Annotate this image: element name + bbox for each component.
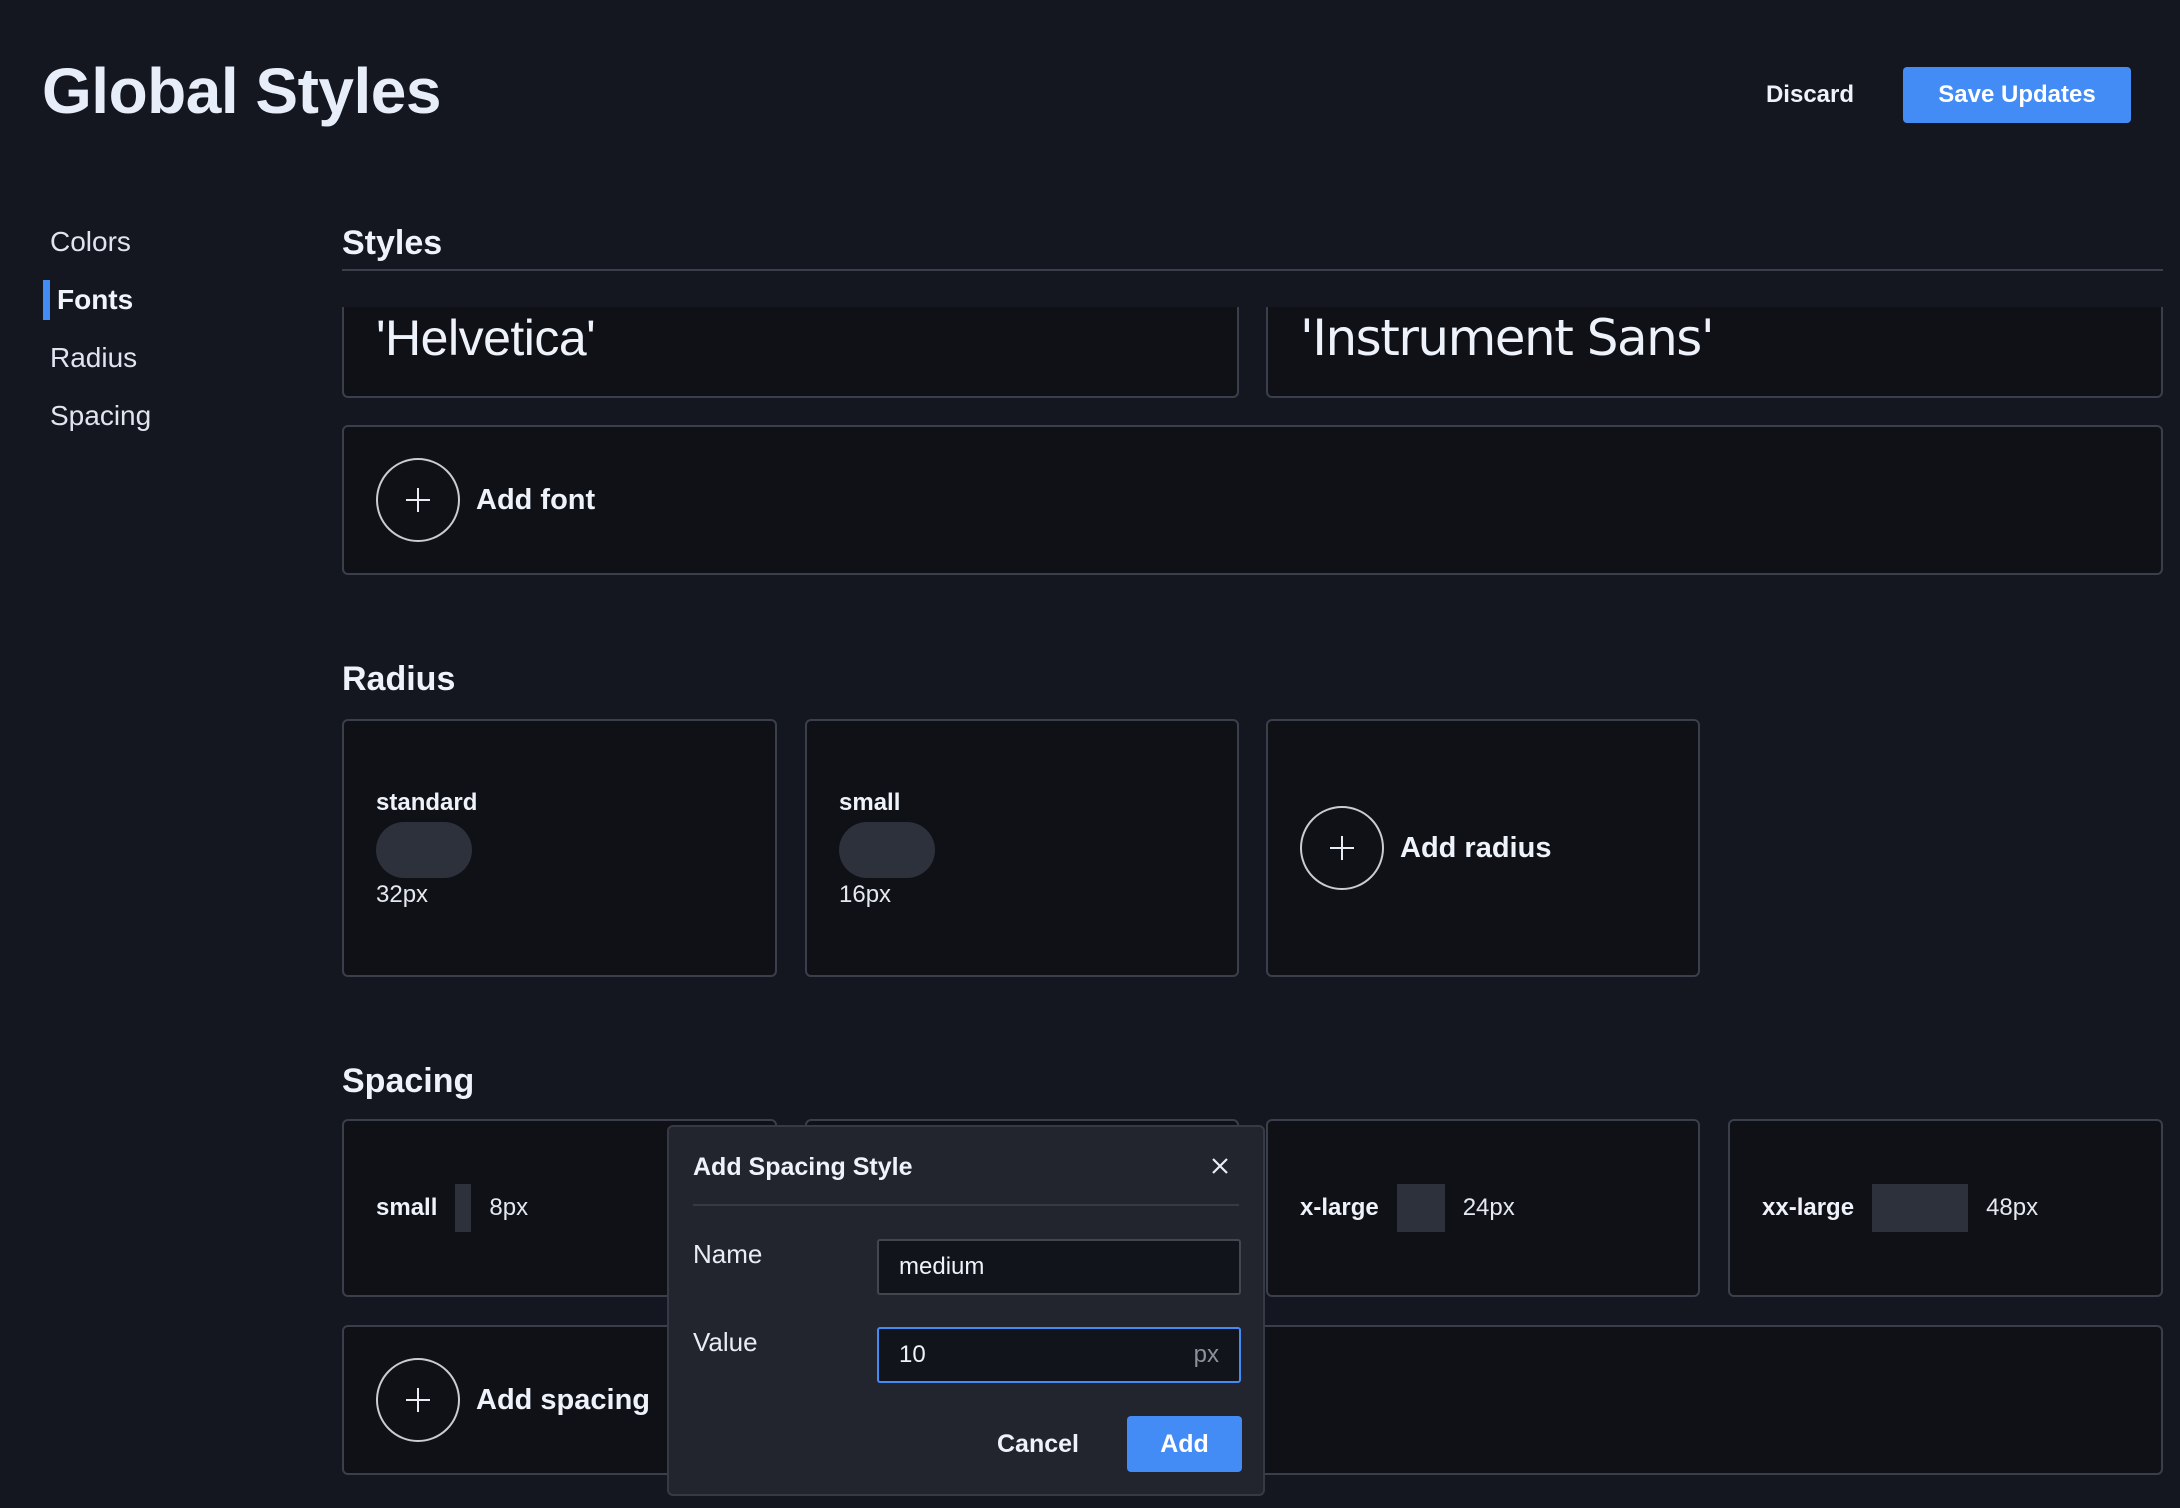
close-icon[interactable]	[1205, 1151, 1235, 1181]
add-font-card[interactable]: Add font	[342, 425, 2163, 575]
discard-button[interactable]: Discard	[1748, 67, 1872, 122]
cancel-button[interactable]: Cancel	[983, 1416, 1093, 1472]
radius-heading: Radius	[342, 660, 456, 698]
sidebar-item-fonts[interactable]: Fonts	[43, 276, 283, 324]
plus-circle-icon	[376, 1358, 460, 1442]
plus-circle-icon	[1300, 806, 1384, 890]
font-card-instrument-sans[interactable]: 'Instrument Sans'	[1266, 307, 2163, 398]
spacing-swatch	[1872, 1184, 1969, 1232]
add-radius-label: Add radius	[1400, 831, 1552, 864]
font-card-helvetica[interactable]: 'Helvetica'	[342, 307, 1239, 398]
sidebar-item-label: Radius	[50, 342, 138, 373]
value-unit-suffix: px	[1193, 1341, 1219, 1368]
name-input[interactable]	[899, 1253, 1219, 1281]
spacing-card-xx-large[interactable]: xx-large 48px	[1728, 1119, 2163, 1297]
page-title: Global Styles	[42, 55, 441, 127]
radius-value: 16px	[839, 881, 892, 908]
dialog-divider	[693, 1204, 1239, 1206]
sidebar-item-spacing[interactable]: Spacing	[43, 392, 283, 440]
add-radius-button[interactable]: Add radius	[1300, 806, 1551, 890]
value-label: Value	[693, 1327, 758, 1357]
spacing-value: 24px	[1462, 1194, 1515, 1221]
save-updates-button[interactable]: Save Updates	[1903, 67, 2131, 123]
sidebar-item-radius[interactable]: Radius	[43, 334, 283, 382]
radius-name: standard	[376, 789, 478, 816]
add-font-label: Add font	[476, 483, 596, 516]
spacing-value: 8px	[489, 1194, 529, 1221]
sidebar-nav: Colors Fonts Radius Spacing	[43, 218, 283, 450]
name-label: Name	[693, 1239, 763, 1269]
add-spacing-dialog: Add Spacing Style Name Value px Cancel A…	[667, 1125, 1265, 1496]
spacing-card-x-large[interactable]: x-large 24px	[1266, 1119, 1700, 1297]
radius-card-small[interactable]: small 16px	[805, 719, 1239, 977]
sidebar-item-label: Spacing	[50, 400, 152, 431]
spacing-swatch	[1396, 1184, 1445, 1232]
radius-name: small	[839, 789, 901, 816]
radius-swatch	[376, 822, 472, 878]
value-field[interactable]: px	[877, 1327, 1241, 1383]
add-spacing-label: Add spacing	[476, 1383, 651, 1416]
sidebar-item-label: Colors	[50, 226, 131, 257]
sidebar-item-label: Fonts	[57, 284, 134, 315]
radius-swatch	[839, 822, 935, 878]
font-sample: 'Instrument Sans'	[1300, 309, 1715, 367]
font-sample: 'Helvetica'	[376, 310, 596, 366]
spacing-name: small	[376, 1194, 438, 1221]
add-button[interactable]: Add	[1127, 1416, 1242, 1472]
add-font-button[interactable]: Add font	[376, 458, 595, 542]
radius-card-standard[interactable]: standard 32px	[342, 719, 777, 977]
styles-divider	[342, 269, 2163, 271]
fonts-scroll-region[interactable]: 'Helvetica' 'Instrument Sans' Add font	[342, 307, 2163, 577]
styles-heading: Styles	[342, 224, 443, 262]
radius-value: 32px	[376, 881, 429, 908]
spacing-swatch	[455, 1184, 472, 1232]
value-input[interactable]	[899, 1341, 1186, 1369]
sidebar-item-colors[interactable]: Colors	[43, 218, 283, 266]
spacing-name: x-large	[1300, 1194, 1379, 1221]
spacing-heading: Spacing	[342, 1062, 475, 1100]
name-field[interactable]	[877, 1239, 1241, 1295]
add-spacing-button[interactable]: Add spacing	[376, 1358, 650, 1442]
dialog-title: Add Spacing Style	[693, 1153, 913, 1181]
spacing-name: xx-large	[1762, 1194, 1855, 1221]
spacing-value: 48px	[1986, 1194, 2039, 1221]
plus-circle-icon	[376, 458, 460, 542]
add-radius-card[interactable]: Add radius	[1266, 719, 1700, 977]
